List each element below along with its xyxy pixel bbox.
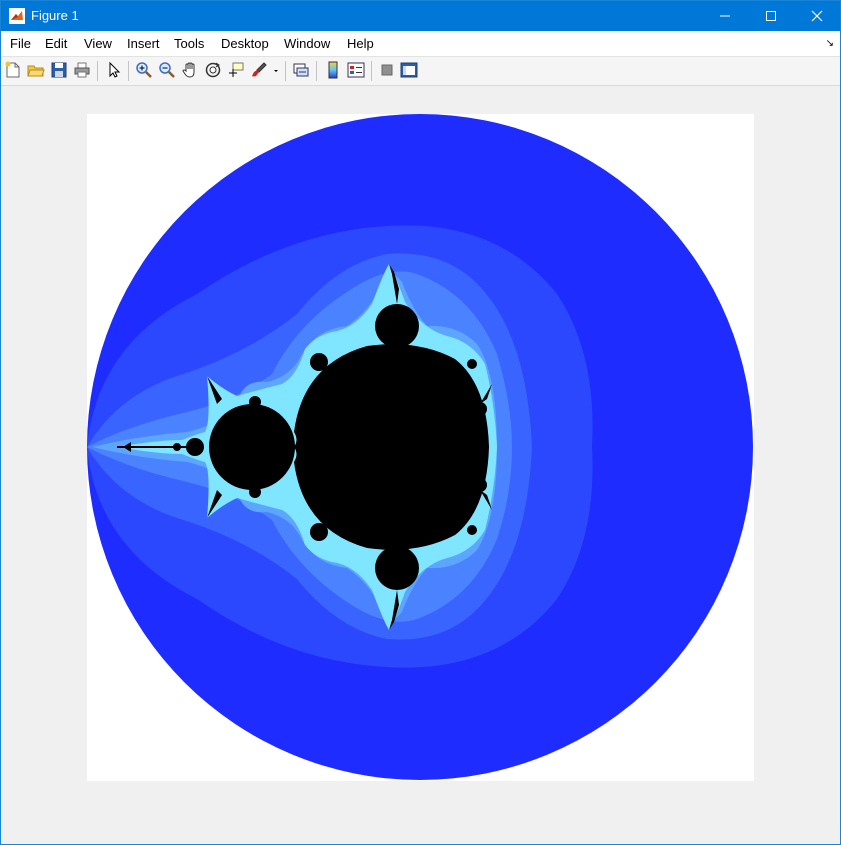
menu-desktop[interactable]: Desktop <box>221 36 269 51</box>
mandelbrot-image <box>87 114 754 781</box>
dock-icon[interactable]: ↘ <box>826 38 834 49</box>
zoom-out-icon[interactable] <box>158 61 176 79</box>
toolbar-separator <box>285 61 286 81</box>
toolbar-separator <box>97 61 98 81</box>
brush-dropdown-icon[interactable] <box>271 61 281 79</box>
legend-icon[interactable] <box>347 61 365 79</box>
title-bar[interactable]: Figure 1 <box>1 1 840 31</box>
hide-plot-tools-icon[interactable] <box>378 61 396 79</box>
menu-edit[interactable]: Edit <box>45 36 67 51</box>
figure-window: Figure 1 File Edit View Insert Tools Des… <box>0 0 841 845</box>
close-icon <box>811 10 823 22</box>
save-icon[interactable] <box>50 61 68 79</box>
menu-tools[interactable]: Tools <box>174 36 204 51</box>
menu-window[interactable]: Window <box>284 36 330 51</box>
data-cursor-icon[interactable] <box>227 61 245 79</box>
print-icon[interactable] <box>73 61 91 79</box>
rotate-3d-icon[interactable] <box>204 61 222 79</box>
toolbar-separator <box>128 61 129 81</box>
new-figure-icon[interactable] <box>4 61 22 79</box>
toolbar-separator <box>371 61 372 81</box>
menu-insert[interactable]: Insert <box>127 36 160 51</box>
pointer-icon[interactable] <box>105 61 123 79</box>
axes[interactable] <box>87 114 754 781</box>
open-file-icon[interactable] <box>27 61 45 79</box>
maximize-button[interactable] <box>748 1 794 31</box>
pan-icon[interactable] <box>181 61 199 79</box>
toolbar-separator <box>316 61 317 81</box>
figure-toolbar <box>1 57 840 86</box>
menu-bar: File Edit View Insert Tools Desktop Wind… <box>1 31 840 57</box>
close-button[interactable] <box>794 1 840 31</box>
colorbar-icon[interactable] <box>324 61 342 79</box>
menu-view[interactable]: View <box>84 36 112 51</box>
brush-icon[interactable] <box>250 61 268 79</box>
window-title: Figure 1 <box>31 8 79 23</box>
show-plot-tools-icon[interactable] <box>400 61 418 79</box>
menu-help[interactable]: Help <box>347 36 374 51</box>
minimize-button[interactable] <box>702 1 748 31</box>
menu-file[interactable]: File <box>10 36 31 51</box>
minimize-icon <box>720 15 730 17</box>
link-plot-icon[interactable] <box>292 61 310 79</box>
matlab-icon <box>9 8 25 24</box>
zoom-in-icon[interactable] <box>135 61 153 79</box>
maximize-icon <box>766 11 776 21</box>
